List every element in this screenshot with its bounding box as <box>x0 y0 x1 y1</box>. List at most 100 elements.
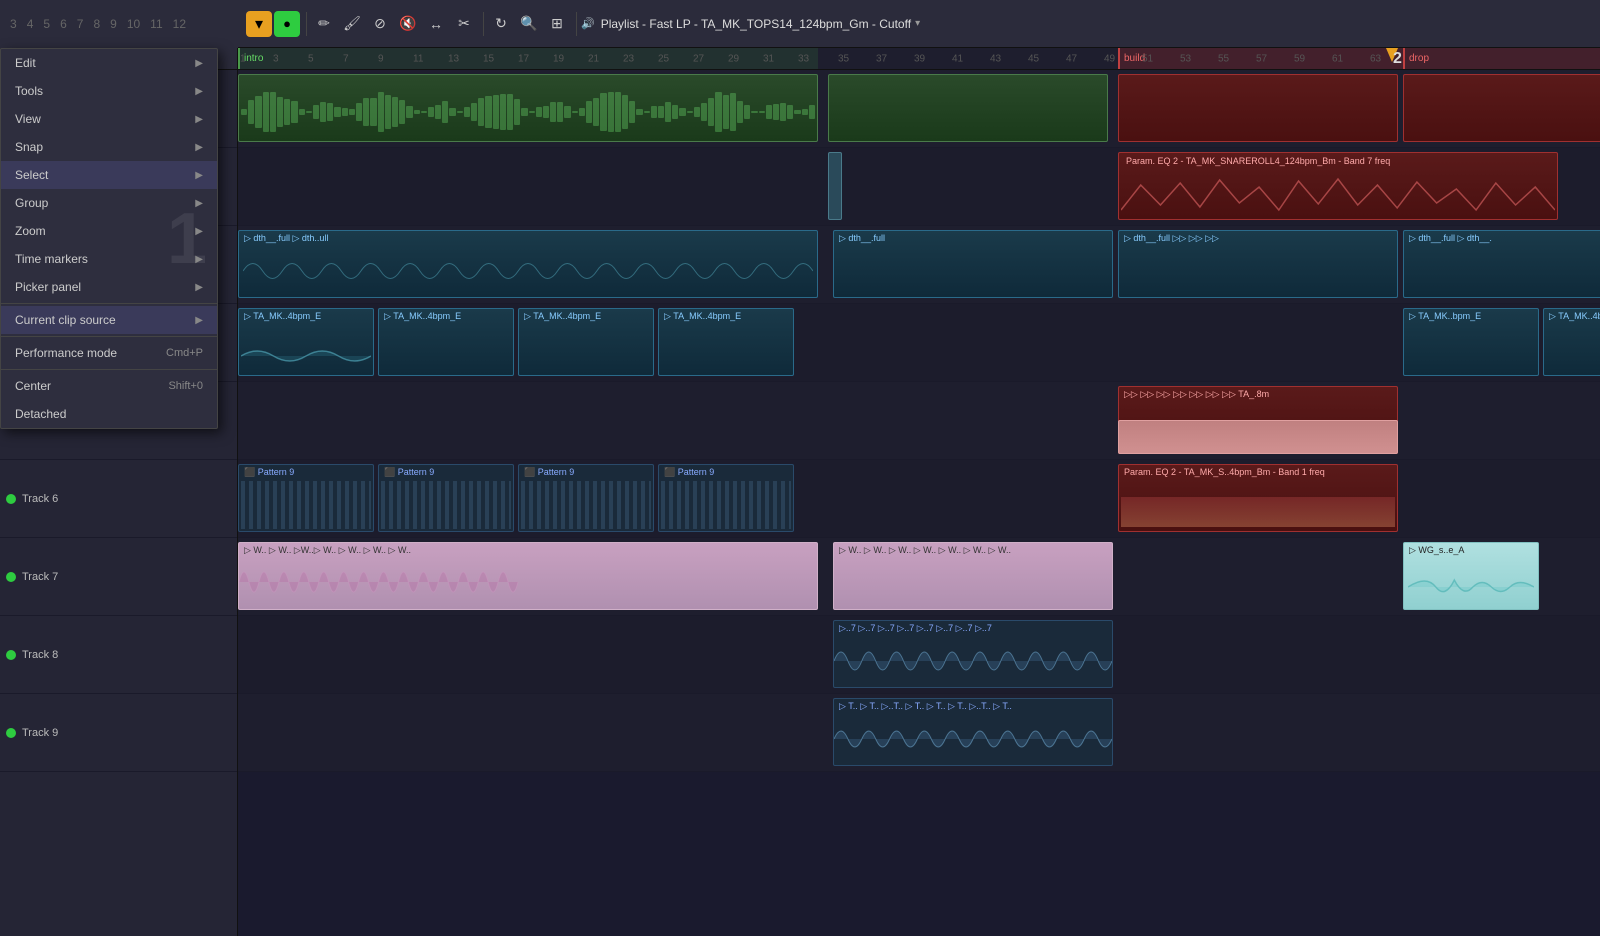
menu-item-zoom[interactable]: Zoom ▶ <box>1 217 217 245</box>
clip-t2-1[interactable]: Param. EQ 2 - TA_MK_SNAREROLL4_124bpm_Bm… <box>1118 152 1558 220</box>
clip-t3-4[interactable]: ▷ dth__.full ▷ dth__. <box>1403 230 1600 298</box>
menu-separator-2 <box>1 336 217 337</box>
ruler-num: 9 <box>378 53 384 64</box>
record-button[interactable]: ● <box>274 11 300 37</box>
clip-t3-3[interactable]: ▷ dth__.full ▷▷ ▷▷ ▷▷ <box>1118 230 1398 298</box>
clip-t2-small[interactable] <box>828 152 842 220</box>
top-number: 3 <box>10 17 17 31</box>
menu-item-snap-arrow: ▶ <box>195 142 203 153</box>
menu-item-performance-mode[interactable]: Performance mode Cmd+P <box>1 339 217 367</box>
menu-item-picker-panel-label: Picker panel <box>15 280 81 294</box>
loop-button[interactable]: ↻ <box>488 11 514 37</box>
menu-item-center-label: Center <box>15 379 51 393</box>
menu-separator-3 <box>1 369 217 370</box>
clip-t4-5[interactable]: ▷ TA_MK..bpm_E <box>1403 308 1539 376</box>
menu-item-select[interactable]: Select ▶ <box>1 161 217 189</box>
clip-t3-1[interactable]: ▷ dth__.full ▷ dth..ull <box>238 230 818 298</box>
drop-label: drop <box>1409 53 1429 64</box>
slice-tool[interactable]: ✂ <box>451 11 477 37</box>
clip-t3-1-label: ▷ dth__.full ▷ dth..ull <box>241 232 815 245</box>
menu-item-tools-label: Tools <box>15 84 43 98</box>
top-number: 12 <box>173 17 186 31</box>
dropdown-menu[interactable]: 1 Edit ▶ Tools ▶ View ▶ Snap ▶ Select ▶ … <box>0 48 218 429</box>
clip-t1-3[interactable] <box>1118 74 1398 142</box>
clip-t4-2[interactable]: ▷ TA_MK..4bpm_E <box>378 308 514 376</box>
clip-t7-1[interactable]: ▷ W.. ▷ W.. ▷W..▷ W.. ▷ W.. ▷ W.. ▷ W.. <box>238 542 818 610</box>
menu-item-current-clip-source[interactable]: Current clip source ▶ <box>1 306 217 334</box>
track-name-8: Track 8 <box>22 649 231 661</box>
clip-t1-2[interactable] <box>828 74 1108 142</box>
clip-t6-4[interactable]: ⬛ Pattern 9 <box>658 464 794 532</box>
clip-t8-1[interactable]: ▷..7 ▷..7 ▷..7 ▷..7 ▷..7 ▷..7 ▷..7 ▷..7 <box>833 620 1113 688</box>
menu-item-current-clip-source-label: Current clip source <box>15 313 116 327</box>
clip-t6-2[interactable]: ⬛ Pattern 9 <box>378 464 514 532</box>
menu-item-picker-panel[interactable]: Picker panel ▶ <box>1 273 217 301</box>
menu-item-performance-mode-shortcut: Cmd+P <box>166 347 203 359</box>
clip-t6-3-label: ⬛ Pattern 9 <box>521 466 651 479</box>
clip-t4-4-label: ▷ TA_MK..4bpm_E <box>661 310 791 323</box>
clip-t4-1-label: ▷ TA_MK..4bpm_E <box>241 310 371 323</box>
clip-t1-4[interactable] <box>1403 74 1600 142</box>
clip-t3-4-label: ▷ dth__.full ▷ dth__. <box>1406 232 1600 245</box>
draw-tool[interactable]: ✏ <box>311 11 337 37</box>
clip-t5-2[interactable] <box>1118 420 1398 454</box>
ruler-num: 27 <box>693 53 704 64</box>
ruler-num: 29 <box>728 53 739 64</box>
erase-tool[interactable]: ⊘ <box>367 11 393 37</box>
menu-item-group[interactable]: Group ▶ <box>1 189 217 217</box>
menu-item-zoom-arrow: ▶ <box>195 226 203 237</box>
menu-item-time-markers[interactable]: Time markers ▶ <box>1 245 217 273</box>
menu-item-center[interactable]: Center Shift+0 <box>1 372 217 400</box>
pink-wave <box>239 557 817 607</box>
t9-wave <box>834 713 1112 765</box>
track-dot-6 <box>6 494 16 504</box>
playhead-number: 2 <box>1393 48 1402 70</box>
mute-tool[interactable]: 🔇 <box>395 11 421 37</box>
ruler-num: 23 <box>623 53 634 64</box>
clip-t6-1-label: ⬛ Pattern 9 <box>241 466 371 479</box>
clip-t5-1-label: ▷▷ ▷▷ ▷▷ ▷▷ ▷▷ ▷▷ ▷▷ TA_.8m <box>1121 388 1395 401</box>
clip-t4-3[interactable]: ▷ TA_MK..4bpm_E <box>518 308 654 376</box>
clip-t3-2-label: ▷ dth__.full <box>836 232 1110 245</box>
clip-t6-5[interactable]: Param. EQ 2 - TA_MK_S..4bpm_Bm - Band 1 … <box>1118 464 1398 532</box>
clip-t4-6[interactable]: ▷ TA_MK..4bpm_E <box>1543 308 1600 376</box>
clip-t4-1[interactable]: ▷ TA_MK..4bpm_E <box>238 308 374 376</box>
menu-item-detached[interactable]: Detached <box>1 400 217 428</box>
ruler-num: 25 <box>658 53 669 64</box>
clip-t6-3[interactable]: ⬛ Pattern 9 <box>518 464 654 532</box>
ruler-num: 17 <box>518 53 529 64</box>
menu-item-tools[interactable]: Tools ▶ <box>1 77 217 105</box>
clip-t9-1-label: ▷ T.. ▷ T.. ▷..T.. ▷ T.. ▷ T.. ▷ T.. ▷..… <box>836 700 1110 713</box>
clip-t4-4[interactable]: ▷ TA_MK..4bpm_E <box>658 308 794 376</box>
t4-wave <box>241 341 371 371</box>
clip-t9-1[interactable]: ▷ T.. ▷ T.. ▷..T.. ▷ T.. ▷ T.. ▷ T.. ▷..… <box>833 698 1113 766</box>
track-row-2: Param. EQ 2 - TA_MK_SNAREROLL4_124bpm_Bm… <box>238 148 1600 226</box>
t8-wave <box>834 635 1112 687</box>
top-number: 10 <box>127 17 140 31</box>
slip-tool[interactable]: ↔ <box>423 11 449 37</box>
menu-button[interactable]: ▾ <box>246 11 272 37</box>
zoom-button[interactable]: 🔍 <box>516 11 542 37</box>
clip-t7-3[interactable]: ▷ WG_s..e_A <box>1403 542 1539 610</box>
track-row-7: ▷ W.. ▷ W.. ▷W..▷ W.. ▷ W.. ▷ W.. ▷ W.. … <box>238 538 1600 616</box>
clip-t1-1[interactable]: for(let i=0;i<80;i++){document.write('<d… <box>238 74 818 142</box>
track-row-3: ▷ dth__.full ▷ dth..ull ▷ dth__.full ▷ d… <box>238 226 1600 304</box>
menu-item-view[interactable]: View ▶ <box>1 105 217 133</box>
top-number: 11 <box>150 17 162 31</box>
clip-t7-2[interactable]: ▷ W.. ▷ W.. ▷ W.. ▷ W.. ▷ W.. ▷ W.. ▷ W.… <box>833 542 1113 610</box>
menu-item-center-shortcut: Shift+0 <box>168 380 203 392</box>
intro-label: intro <box>244 53 263 64</box>
ruler-num: 33 <box>798 53 809 64</box>
menu-item-edit[interactable]: Edit ▶ <box>1 49 217 77</box>
menu-item-snap[interactable]: Snap ▶ <box>1 133 217 161</box>
ruler: ◀◀ 〜 ⌘ STEP ● SLIDE ● intro build drop 2… <box>0 48 1600 70</box>
track-dot-7 <box>6 572 16 582</box>
ruler-num: 13 <box>448 53 459 64</box>
clip-t3-2[interactable]: ▷ dth__.full <box>833 230 1113 298</box>
menu-item-time-markers-arrow: ▶ <box>195 254 203 265</box>
clip-t6-1[interactable]: ⬛ Pattern 9 <box>238 464 374 532</box>
clip-t7-1-label: ▷ W.. ▷ W.. ▷W..▷ W.. ▷ W.. ▷ W.. ▷ W.. <box>241 544 815 557</box>
paint-tool[interactable]: 🖌 <box>339 11 365 37</box>
snap-button[interactable]: ⊞ <box>544 11 570 37</box>
clip-t7-3-label: ▷ WG_s..e_A <box>1406 544 1536 557</box>
